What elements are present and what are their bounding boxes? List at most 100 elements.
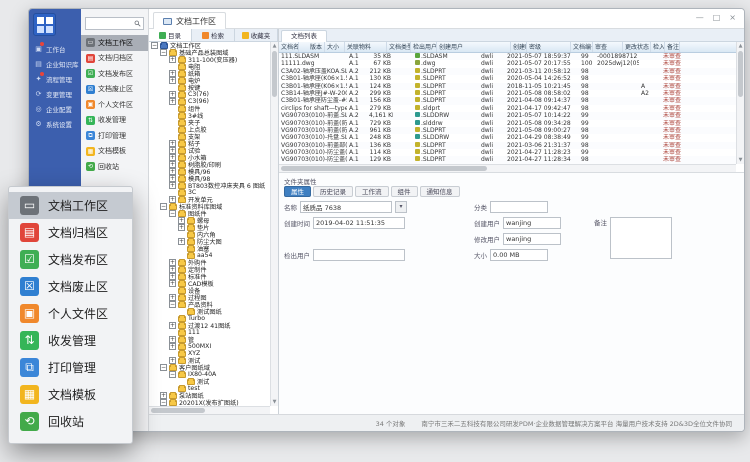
table-row[interactable]: C3B01-轴承座防尘盖-#56(3... A.1 156 KB .SLDPRT…	[279, 97, 736, 104]
tree-expander-icon[interactable]: −	[160, 203, 167, 210]
tree-node[interactable]: + 树脂胶/印刷	[149, 161, 270, 168]
workspace-menu-item[interactable]: ▦ 文档模板	[81, 144, 148, 160]
workspace-menu-item[interactable]: ▤ 文档归档区	[81, 51, 148, 67]
tree-expander-icon[interactable]: +	[169, 259, 176, 266]
popup-menu-item[interactable]: ☒ 文档废止区	[9, 273, 132, 300]
tree-node[interactable]: + 垫片	[149, 224, 270, 231]
popup-menu-item[interactable]: ▣ 个人文件区	[9, 300, 132, 327]
tree-tab[interactable]: 收藏夹	[235, 29, 278, 41]
workspace-menu-item[interactable]: ⇅ 收发管理	[81, 113, 148, 129]
popup-menu-item[interactable]: ⟲ 回收站	[9, 408, 132, 435]
table-row[interactable]: VG90703(010)-前盖部(P53)... A.1 136 KB .SLD…	[279, 142, 736, 149]
tree-expander-icon[interactable]: +	[169, 196, 176, 203]
scrollbar-thumb[interactable]	[151, 408, 205, 413]
table-row[interactable]: C3B01-轴承座(K06×1.5×1... A.1 130 KB .SLDPR…	[279, 75, 736, 82]
tree-node[interactable]: 内六角	[149, 231, 270, 238]
tree-node[interactable]: + C3(76)	[149, 91, 270, 98]
scrollbar-thumb[interactable]	[272, 51, 277, 97]
tree-node[interactable]: + 500MXI	[149, 343, 270, 350]
tree-node[interactable]: 测试	[149, 378, 270, 385]
scroll-up-icon[interactable]: ▲	[271, 42, 278, 50]
tree-expander-icon[interactable]: +	[169, 161, 176, 168]
tree-expander-icon[interactable]: −	[160, 364, 167, 371]
scroll-down-icon[interactable]: ▼	[737, 156, 744, 164]
chevron-down-icon[interactable]: ▾	[395, 201, 407, 213]
tree-node[interactable]: + 试验	[149, 147, 270, 154]
scrollbar-thumb[interactable]	[738, 51, 743, 97]
workspace-menu-item[interactable]: ☑ 文档发布区	[81, 66, 148, 82]
column-header[interactable]: 创建用户	[437, 42, 511, 52]
tree-expander-icon[interactable]: +	[169, 280, 176, 287]
tree-node[interactable]: + 外购件	[149, 259, 270, 266]
table-row[interactable]: C3B01-轴承座(K06×1.5.DL... A.1 124 KB .SLDP…	[279, 83, 736, 90]
popup-menu-item[interactable]: ▦ 文档模板	[9, 381, 132, 408]
tree-expander-icon[interactable]: −	[160, 399, 167, 406]
tree-node[interactable]: XYZ	[149, 350, 270, 357]
tree-expander-icon[interactable]: +	[169, 322, 176, 329]
tab-document-list[interactable]: 文档列表	[281, 30, 327, 42]
tree-node[interactable]: 按键	[149, 84, 270, 91]
popup-menu-item[interactable]: ▭ 文档工作区	[9, 192, 132, 219]
popup-menu-item[interactable]: ▤ 文档归档区	[9, 219, 132, 246]
table-row[interactable]: 11111.dwg A.1 67 KB .dwg dwli 2021-05-07…	[279, 60, 736, 67]
table-row[interactable]: circlips for shaft—type... A.1 279 KB .s…	[279, 105, 736, 112]
tab-document-workspace[interactable]: 文档工作区	[153, 12, 226, 29]
tree-expander-icon[interactable]: +	[169, 357, 176, 364]
table-row[interactable]: VG90703(010)-托盘.SLDDRW A.1 248 KB .SLDDR…	[279, 134, 736, 141]
column-header[interactable]: 关联物料	[345, 42, 387, 52]
scroll-down-icon[interactable]: ▼	[271, 398, 278, 406]
tree-expander-icon[interactable]: +	[169, 154, 176, 161]
table-row[interactable]: VG90703(010)-前盖(防尘)... A.1 729 KB .slddr…	[279, 120, 736, 127]
tree-node[interactable]: 夹子	[149, 119, 270, 126]
properties-tab[interactable]: 组件	[391, 186, 418, 197]
tree-node[interactable]: aa54	[149, 252, 270, 259]
tree-node[interactable]: + 泵站图纸	[149, 392, 270, 399]
table-row[interactable]: C3A02-轴承压盖KOA.SLDPRT A.2 212 KB .SLDPRT …	[279, 68, 736, 75]
column-header[interactable]: 创建时间	[511, 42, 527, 52]
tree-vertical-scrollbar[interactable]: ▲ ▼	[270, 42, 278, 406]
note-field[interactable]	[610, 217, 672, 259]
tree-node[interactable]: 3C	[149, 189, 270, 196]
tree-expander-icon[interactable]: +	[169, 91, 176, 98]
primary-nav-item[interactable]: ✦ 流程管理	[29, 71, 81, 86]
category-field[interactable]	[490, 201, 548, 213]
tree-node[interactable]: + 螺母	[149, 217, 270, 224]
tree-node[interactable]: + 防尘大图	[149, 238, 270, 245]
tree-node[interactable]: + 311-100(变压器)	[149, 56, 270, 63]
tree-node[interactable]: + 纸箱	[149, 70, 270, 77]
search-icon[interactable]	[134, 20, 141, 27]
primary-nav-item[interactable]: ⚙ 系统设置	[29, 116, 81, 131]
tree-node[interactable]: 组件	[149, 105, 270, 112]
tree-expander-icon[interactable]: +	[169, 140, 176, 147]
column-header[interactable]: 审查	[593, 42, 623, 52]
window-control-icon[interactable]: □	[713, 13, 721, 22]
primary-nav-item[interactable]: ◎ 企业配置	[29, 101, 81, 116]
workspace-menu-item[interactable]: ⟲ 回收站	[81, 159, 148, 175]
tree-expander-icon[interactable]: +	[169, 182, 176, 189]
tree-expander-icon[interactable]: +	[169, 175, 176, 182]
workspace-menu-item[interactable]: ⧉ 打印管理	[81, 128, 148, 144]
tree-expander-icon[interactable]: +	[169, 56, 176, 63]
column-header[interactable]: 检入标记	[651, 42, 665, 52]
tree-node[interactable]: 电阻	[149, 63, 270, 70]
tree-expander-icon[interactable]: +	[169, 70, 176, 77]
tree-node[interactable]: − IX80-40A	[149, 371, 270, 378]
tree-node[interactable]: − 客户图纸域	[149, 364, 270, 371]
tree-node[interactable]: + 模具/96	[149, 168, 270, 175]
primary-nav-item[interactable]: ▣ 工作台	[29, 41, 81, 56]
tree-node[interactable]: 油塞	[149, 245, 270, 252]
tree-horizontal-scrollbar[interactable]	[149, 406, 270, 414]
tree-expander-icon[interactable]: +	[178, 224, 185, 231]
window-control-icon[interactable]: —	[696, 13, 704, 22]
tree-node[interactable]: + 定制件	[149, 266, 270, 273]
properties-tab[interactable]: 属性	[284, 186, 311, 197]
column-header[interactable]: 文档类型	[387, 42, 411, 52]
tree-node[interactable]: 设备	[149, 287, 270, 294]
tree-expander-icon[interactable]: +	[169, 294, 176, 301]
tree-tab[interactable]: 目录	[149, 29, 192, 41]
tree-node[interactable]: − 20201X(发布扩图纸)	[149, 399, 270, 406]
tree-node[interactable]: + C3(96)	[149, 98, 270, 105]
tree-expander-icon[interactable]: +	[169, 336, 176, 343]
popup-menu-item[interactable]: ☑ 文档发布区	[9, 246, 132, 273]
column-header[interactable]: 文档名称	[279, 42, 299, 52]
